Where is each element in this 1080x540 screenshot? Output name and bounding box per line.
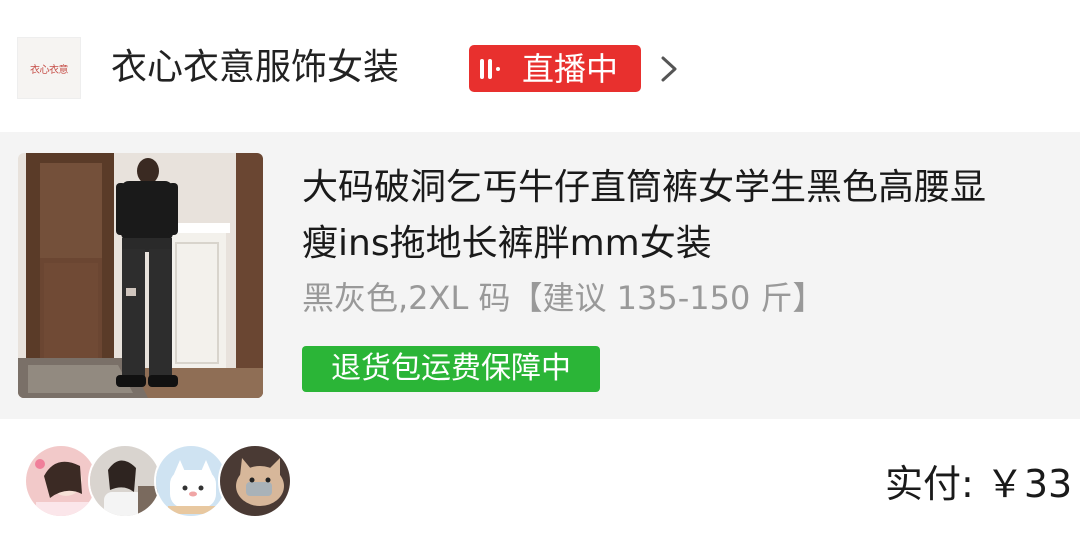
product-title-line-1: 大码破洞乞丐牛仔直筒裤女学生黑色高腰显 [302, 167, 987, 208]
order-page: 衣心衣意 衣心衣意服饰女装 直播中 大码破洞乞丐牛仔直筒裤女学生黑色高腰显 瘦i… [0, 0, 1080, 540]
avatar[interactable] [218, 444, 292, 518]
live-badge-label: 直播中 [522, 49, 619, 88]
store-name[interactable]: 衣心衣意服饰女装 [111, 45, 399, 91]
avatar[interactable] [24, 444, 98, 518]
avatar-image [90, 446, 160, 516]
product-photo [18, 153, 263, 398]
product-image[interactable] [18, 153, 263, 398]
avatar[interactable] [88, 444, 162, 518]
return-shipping-badge: 退货包运费保障中 [302, 346, 600, 392]
store-logo[interactable]: 衣心衣意 [17, 37, 81, 99]
order-footer: 实付: ￥33 [0, 419, 1080, 540]
live-badge[interactable]: 直播中 [469, 45, 641, 92]
store-header[interactable]: 衣心衣意 衣心衣意服饰女装 直播中 [0, 0, 1080, 132]
product-spec: 黑灰色,2XL 码【建议 135-150 斤】 [302, 279, 825, 317]
chevron-right-icon[interactable] [656, 54, 682, 84]
product-title[interactable]: 大码破洞乞丐牛仔直筒裤女学生黑色高腰显 瘦ins拖地长裤胖mm女装 [302, 160, 1080, 272]
live-bars-icon [480, 56, 520, 82]
avatar[interactable] [154, 444, 228, 518]
avatar-image [220, 446, 290, 516]
product-card[interactable]: 大码破洞乞丐牛仔直筒裤女学生黑色高腰显 瘦ins拖地长裤胖mm女装 黑灰色,2X… [0, 132, 1080, 419]
paid-amount: 实付: ￥33 [885, 462, 1073, 506]
store-logo-text: 衣心衣意 [30, 64, 69, 76]
product-title-line-2: 瘦ins拖地长裤胖mm女装 [302, 223, 712, 264]
